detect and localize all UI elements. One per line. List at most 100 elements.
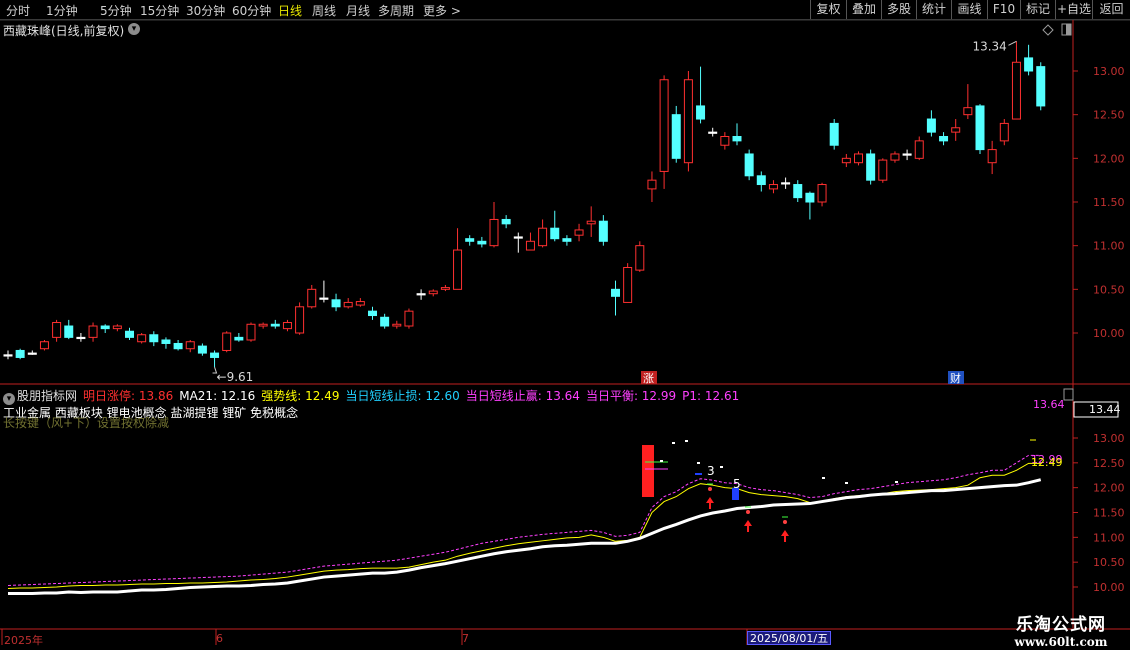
candle-body-up <box>52 322 62 338</box>
indicator-value-5: 当日平衡: 12.99 <box>585 389 677 403</box>
main-tick-label: 10.00 <box>1093 327 1125 340</box>
candle-body-down <box>866 153 876 181</box>
limit-up-block <box>642 445 654 497</box>
buy-arrow-icon <box>744 520 752 532</box>
indicator-value-0: 明日涨停: 13.86 <box>83 389 174 403</box>
candle-body-up <box>890 153 900 161</box>
ind-tick-label: 13.00 <box>1093 432 1125 445</box>
candle-body-down <box>64 325 74 338</box>
kline-chart[interactable]: 13.00 12.50 12.00 11.50 11.00 10.50 10.00 13.00… <box>0 0 1130 650</box>
candle-body-up <box>39 341 49 350</box>
candle-body-down <box>27 352 37 355</box>
candle-body-up <box>1011 61 1021 120</box>
main-tick-label: 13.00 <box>1093 65 1125 78</box>
time-label-year: 2025年 <box>4 634 43 647</box>
hint-text: 长按键（风+下）设置按权除减 <box>3 416 170 430</box>
candle-body-down <box>465 238 475 242</box>
candle-body-down <box>562 238 572 242</box>
candle-body-down <box>696 105 706 120</box>
watermark-url: www.60lt.com <box>1014 635 1108 649</box>
watermark-title: 乐淘公式网 <box>1016 615 1106 635</box>
candle-body-down <box>550 227 560 240</box>
candle-body-down <box>331 299 341 308</box>
candle-body-down <box>161 339 171 344</box>
candle-body-down <box>793 184 803 199</box>
time-label-july: 7 <box>462 632 469 645</box>
candle-body-up <box>295 306 305 334</box>
candle-body-down <box>76 336 86 340</box>
candle-body-down <box>756 175 766 186</box>
buy-arrow-icon <box>706 497 714 509</box>
candle-body-up <box>683 79 693 164</box>
candle-body-up <box>768 184 778 190</box>
main-tick-label: 11.00 <box>1093 240 1125 253</box>
ma21-line <box>8 478 1042 595</box>
main-tick-label: 10.50 <box>1093 283 1125 296</box>
candle-body-down <box>598 220 608 242</box>
candle-body-up <box>222 332 232 351</box>
candle-body-down <box>173 342 183 350</box>
candle-body-up <box>659 79 669 172</box>
candle-body-up <box>999 122 1009 142</box>
indicator-value-4: 当日短线止赢: 13.64 <box>465 389 580 403</box>
cursor-date: 2025/08/01/五 <box>747 631 832 645</box>
ind-tick-label: 11.50 <box>1093 507 1125 520</box>
signal-dot-red <box>746 510 750 514</box>
signal-dot-red <box>708 487 712 491</box>
ind-right-label: 13.64 <box>1033 398 1065 411</box>
ind-tick-label: 12.00 <box>1093 482 1125 495</box>
ind-tick-label: 10.50 <box>1093 556 1125 569</box>
low-price-label: ←9.61 <box>217 370 254 384</box>
main-tick-label: 12.00 <box>1093 152 1125 165</box>
candle-body-down <box>744 153 754 177</box>
signal-dot <box>822 477 825 479</box>
indicator-name[interactable]: 股朋指标网 <box>17 389 77 403</box>
ind-tick-label: 12.50 <box>1093 457 1125 470</box>
upper-band-line <box>7 454 1041 587</box>
candle-body-down <box>611 288 620 297</box>
candle-body-down <box>708 131 718 134</box>
buy-arrow-icon <box>781 530 789 542</box>
indicator-value-3: 当日短线止损: 12.60 <box>345 389 460 403</box>
candle-body-up <box>878 159 888 181</box>
signal-dot <box>697 462 700 464</box>
candle-body-up <box>841 157 851 164</box>
candle-body-up <box>963 107 973 116</box>
indicator-window-icon <box>1063 388 1074 401</box>
candle-body-down <box>671 114 681 159</box>
candle-body-down <box>926 118 936 133</box>
event-badge-text: 财 <box>950 371 961 385</box>
candle-body-up <box>720 136 730 146</box>
candle-body-up <box>440 287 450 290</box>
indicator-values: 明日涨停: 13.86 MA21: 12.16 强势线: 12.49 当日短线止损: … <box>83 389 745 403</box>
signal-dot <box>672 442 675 444</box>
ind-tick-label: 11.00 <box>1093 531 1125 544</box>
candle-body-up <box>635 245 645 271</box>
candle-body-up <box>246 323 256 341</box>
candle-body-down <box>513 236 523 239</box>
candle-body-up <box>404 310 414 327</box>
candle-body-down <box>3 354 13 357</box>
candle-body-up <box>525 240 535 251</box>
candle-body-down <box>149 334 159 343</box>
candle-body-down <box>732 136 742 142</box>
candle-body-up <box>258 323 268 327</box>
watermark: 乐淘公式网 www.60lt.com <box>996 610 1126 649</box>
candle-body-down <box>939 136 949 142</box>
ind-right-label: 12.49 <box>1031 456 1063 469</box>
candle-body-up <box>453 249 463 290</box>
candle-body-down <box>197 345 207 354</box>
candle-body-down <box>902 153 912 156</box>
candle-body-down <box>416 293 426 296</box>
candle-body-down <box>805 192 815 203</box>
candle-body-up <box>817 184 827 203</box>
candle-body-up <box>137 334 147 343</box>
signal-dot <box>685 440 688 442</box>
candle-body-up <box>586 220 596 225</box>
candle-body-down <box>270 323 280 327</box>
candle-body-up <box>951 127 961 133</box>
high-pointer <box>1008 40 1017 46</box>
signal-dot <box>895 481 898 483</box>
candle-body-down <box>100 325 110 330</box>
candle-body-up <box>914 140 924 159</box>
